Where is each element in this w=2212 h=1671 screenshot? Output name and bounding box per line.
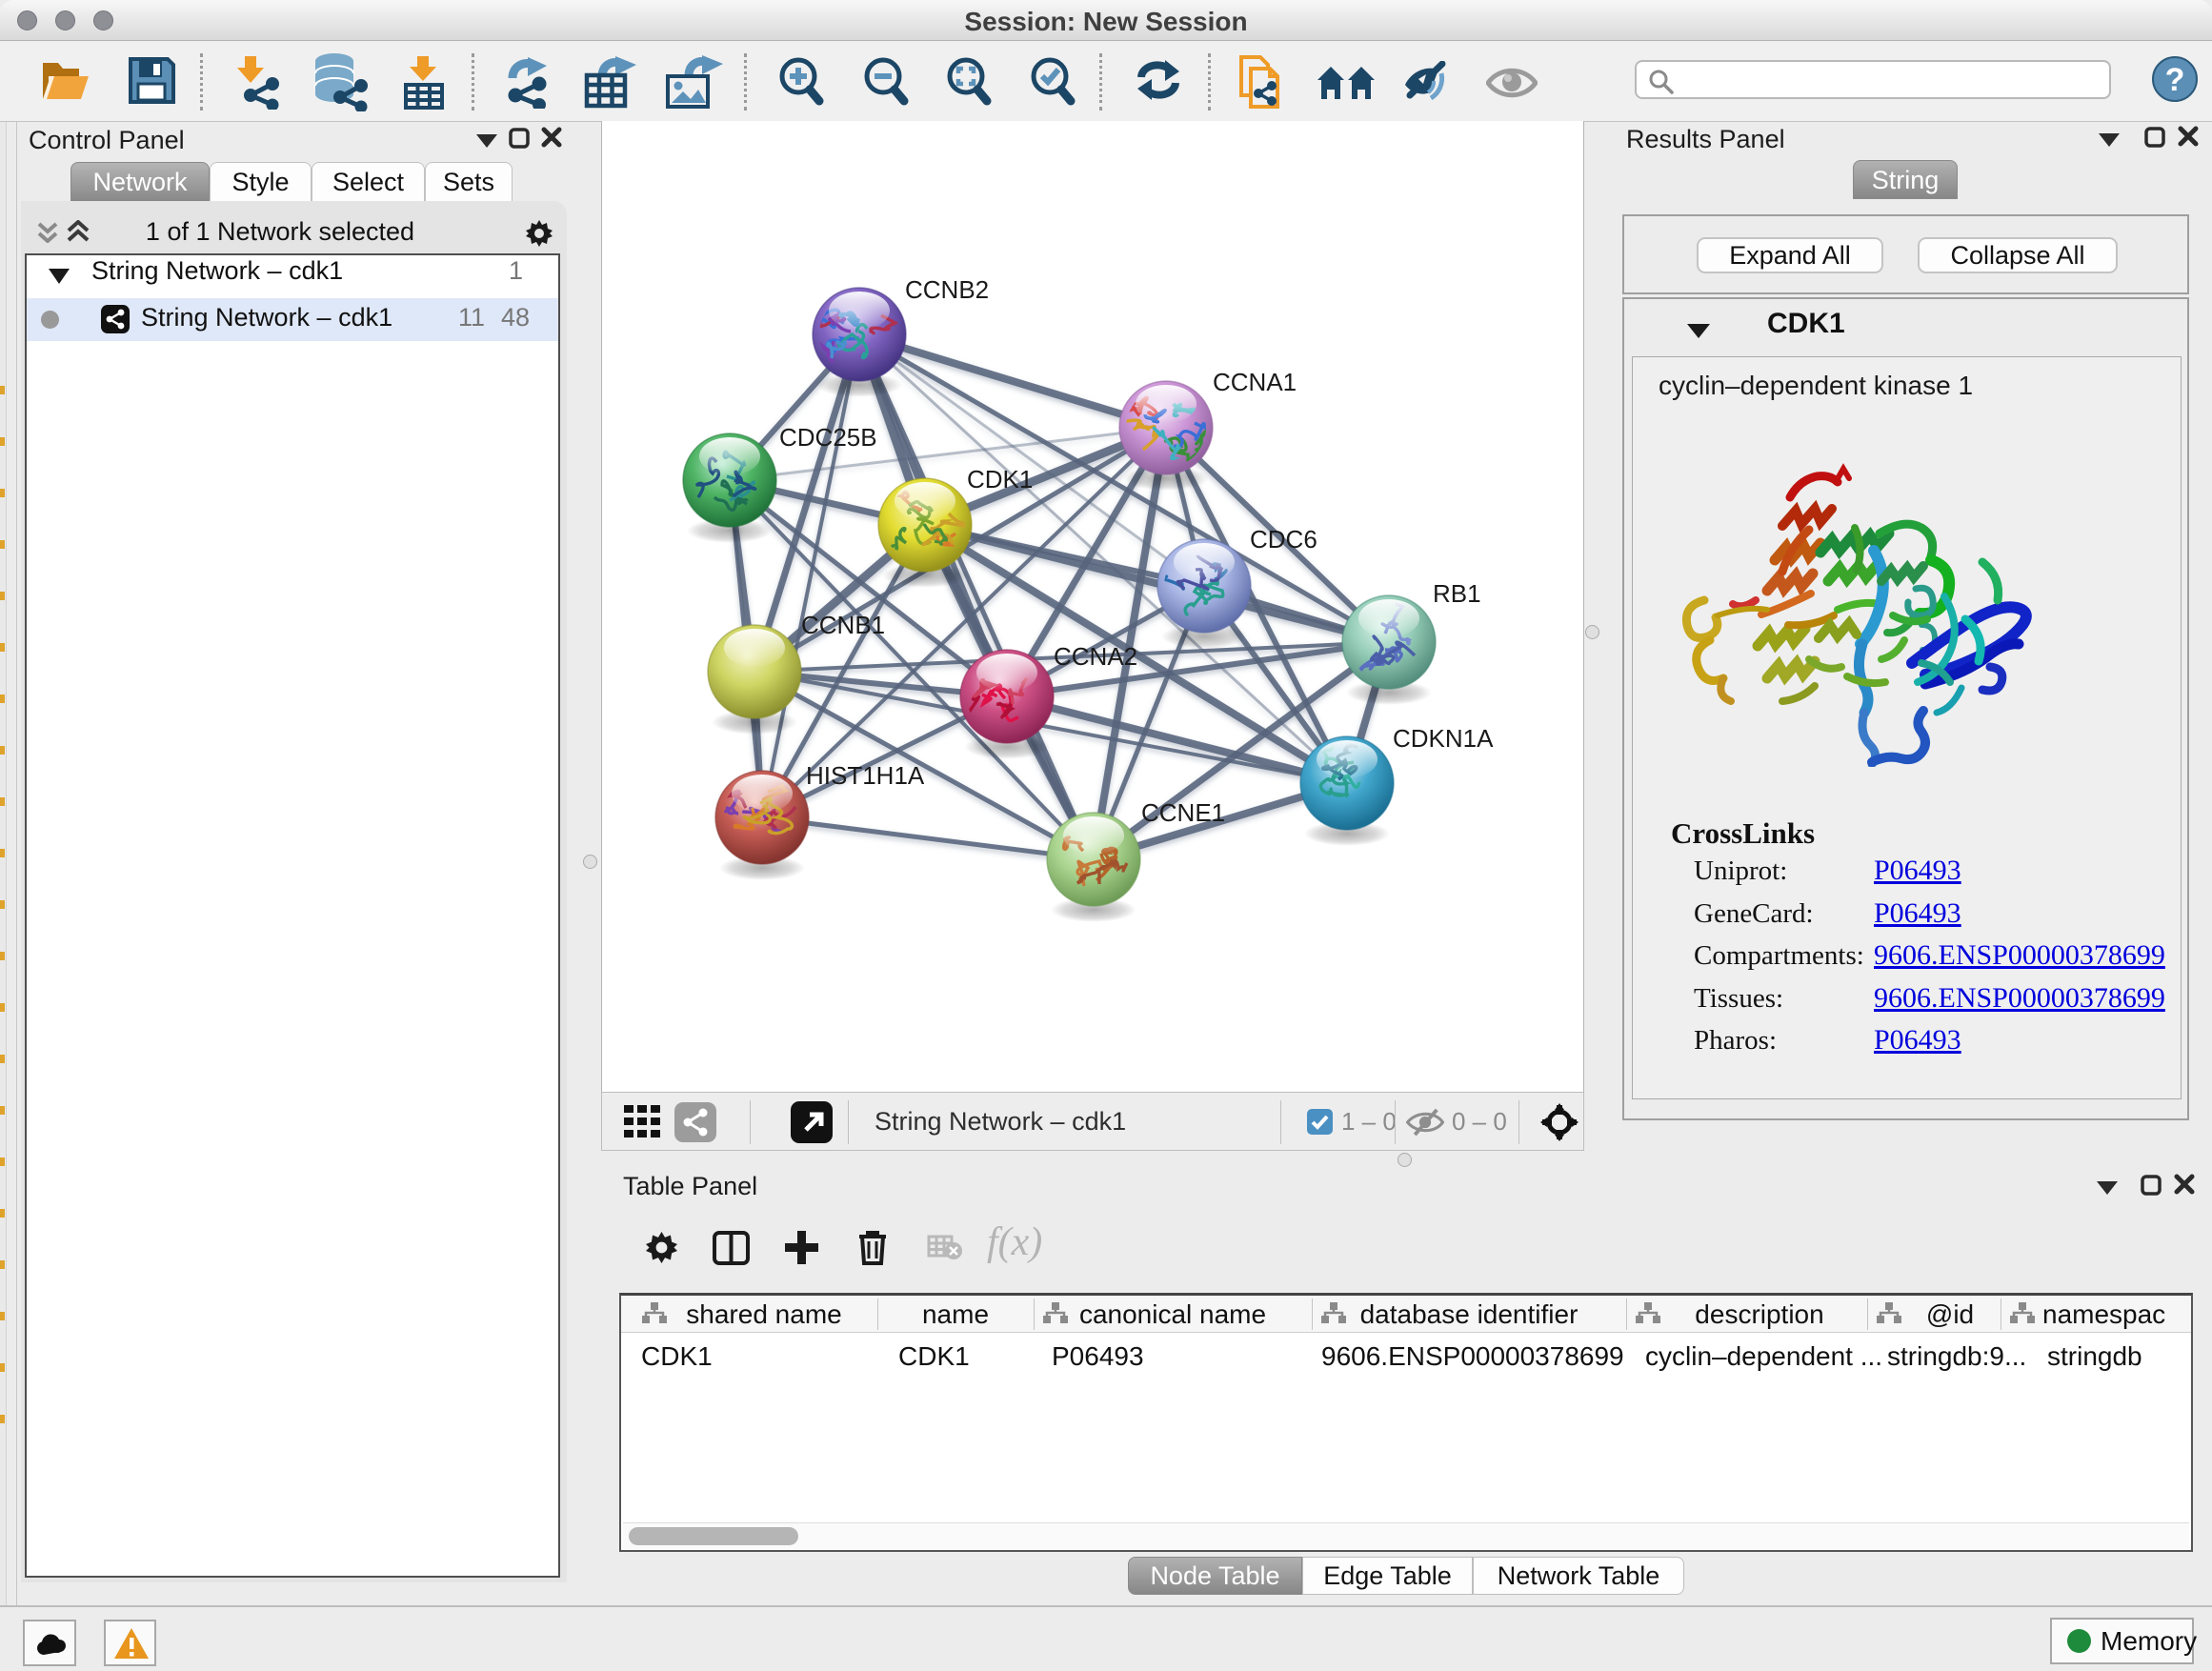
svg-text:CDKN1A: CDKN1A — [1393, 724, 1494, 753]
svg-text:CCNB2: CCNB2 — [905, 275, 989, 304]
svg-text:RB1: RB1 — [1433, 579, 1481, 608]
svg-text:CDC25B: CDC25B — [779, 423, 877, 452]
svg-text:CDK1: CDK1 — [967, 465, 1033, 493]
svg-text:CCNA1: CCNA1 — [1213, 368, 1297, 396]
svg-text:CCNA2: CCNA2 — [1054, 642, 1137, 671]
svg-text:CCNB1: CCNB1 — [801, 611, 885, 639]
svg-text:HIST1H1A: HIST1H1A — [806, 761, 925, 790]
svg-text:CDC6: CDC6 — [1250, 525, 1317, 554]
svg-text:CCNE1: CCNE1 — [1141, 798, 1225, 827]
svg-text:?: ? — [2165, 62, 2185, 98]
